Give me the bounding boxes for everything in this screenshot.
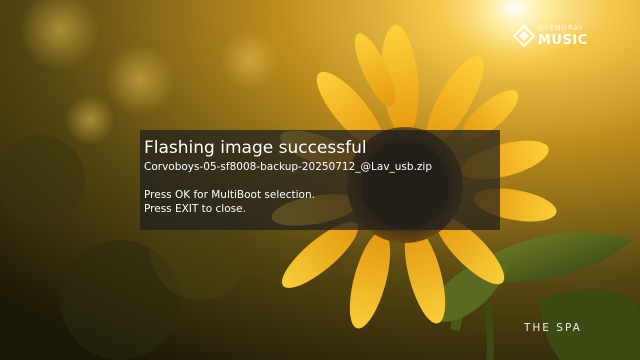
image-filename: Corvoboys-05-sf8008-backup-20250712_@Lav… [144,161,433,173]
dialog-spacer [144,174,496,188]
diamond-logo-icon [512,24,536,48]
flash-result-dialog[interactable]: Flashing image successful Corvoboys-05-s… [140,130,500,230]
dialog-title: Flashing image successful [144,138,367,158]
exit-instruction: Press EXIT to close. [144,203,246,215]
brand-line1: OPENGRAY [538,24,584,32]
brand-logo: OPENGRAY MUSIC [512,20,612,52]
brand-line2: MUSIC [538,33,588,48]
tv-screen: OPENGRAY MUSIC Flashing image successful… [0,0,640,360]
ok-instruction: Press OK for MultiBoot selection. [144,189,315,201]
channel-name: THE SPA [524,322,582,334]
